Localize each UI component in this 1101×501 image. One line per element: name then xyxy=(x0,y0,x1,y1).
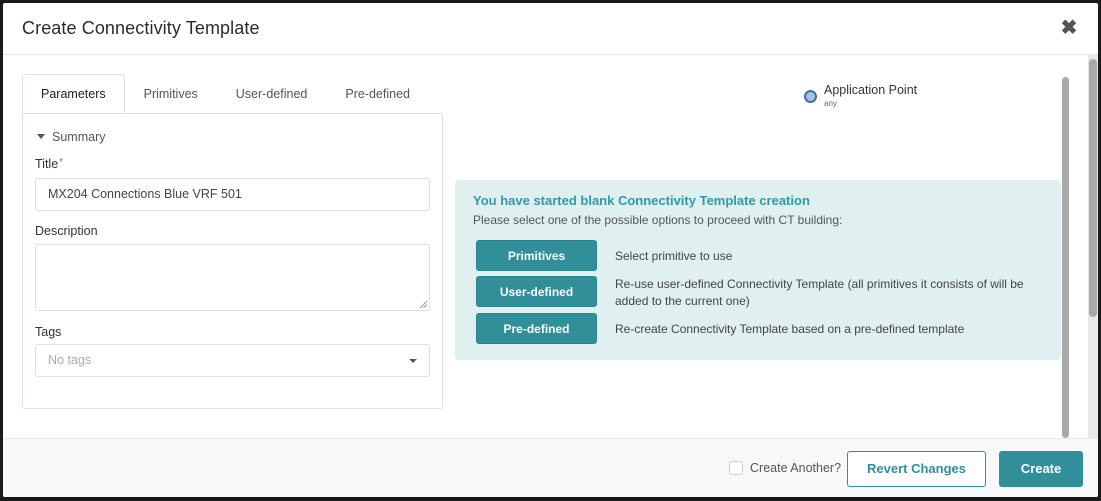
primitives-option-description: Select primitive to use xyxy=(615,249,733,263)
summary-label: Summary xyxy=(52,130,106,144)
user-defined-option-description: Re-use user-defined Connectivity Templat… xyxy=(615,277,1024,308)
application-point-label: Application Point xyxy=(824,83,918,97)
tab-bar: Parameters Primitives User-defined Pre-d… xyxy=(22,74,429,114)
close-icon[interactable]: ✖ xyxy=(1060,18,1078,38)
user-defined-option-button[interactable]: User-defined xyxy=(476,276,597,307)
title-label: Title* xyxy=(35,157,63,171)
tags-select[interactable]: No tags xyxy=(35,344,430,377)
create-another-label: Create Another? xyxy=(750,461,842,475)
create-button[interactable]: Create xyxy=(999,451,1083,487)
title-label-text: Title xyxy=(35,157,59,171)
pre-defined-option-button[interactable]: Pre-defined xyxy=(476,313,597,344)
modal-title: Create Connectivity Template xyxy=(22,18,260,38)
modal-scrollbar-thumb[interactable] xyxy=(1089,59,1097,317)
description-label: Description xyxy=(35,224,98,238)
modal-footer: Create Another? Revert Changes Create xyxy=(3,438,1098,497)
application-point-dot-icon xyxy=(804,90,817,103)
modal-header: Create Connectivity Template ✖ xyxy=(3,3,1098,55)
revert-changes-button[interactable]: Revert Changes xyxy=(847,451,986,487)
tab-parameters[interactable]: Parameters xyxy=(22,74,125,113)
info-title: You have started blank Connectivity Temp… xyxy=(473,193,810,208)
info-subtitle: Please select one of the possible option… xyxy=(473,213,843,227)
dropdown-arrow-icon xyxy=(409,359,417,363)
checkbox-box[interactable] xyxy=(729,461,743,475)
content-scrollbar[interactable] xyxy=(1062,77,1069,438)
primitives-option-button[interactable]: Primitives xyxy=(476,240,597,271)
caret-down-icon xyxy=(37,134,45,140)
tab-pre-defined[interactable]: Pre-defined xyxy=(326,74,429,112)
tags-label: Tags xyxy=(35,325,62,339)
tab-primitives[interactable]: Primitives xyxy=(125,74,217,112)
summary-toggle[interactable]: Summary xyxy=(37,130,105,144)
resize-handle-icon[interactable] xyxy=(420,301,427,308)
pre-defined-option-description: Re-create Connectivity Template based on… xyxy=(615,322,965,336)
create-connectivity-template-modal: Create Connectivity Template ✖ Parameter… xyxy=(3,3,1098,497)
tab-user-defined[interactable]: User-defined xyxy=(217,74,327,112)
description-textarea[interactable] xyxy=(35,244,430,311)
modal-body: Parameters Primitives User-defined Pre-d… xyxy=(3,56,1098,438)
required-marker: * xyxy=(59,157,64,168)
application-point-sublabel: any xyxy=(824,99,837,108)
tags-placeholder: No tags xyxy=(48,353,92,367)
title-input[interactable]: MX204 Connections Blue VRF 501 xyxy=(35,178,430,211)
blank-ct-info-box: You have started blank Connectivity Temp… xyxy=(455,180,1061,360)
parameters-panel: Summary Title* MX204 Connections Blue VR… xyxy=(22,113,443,409)
create-another-checkbox[interactable]: Create Another? xyxy=(729,461,841,475)
